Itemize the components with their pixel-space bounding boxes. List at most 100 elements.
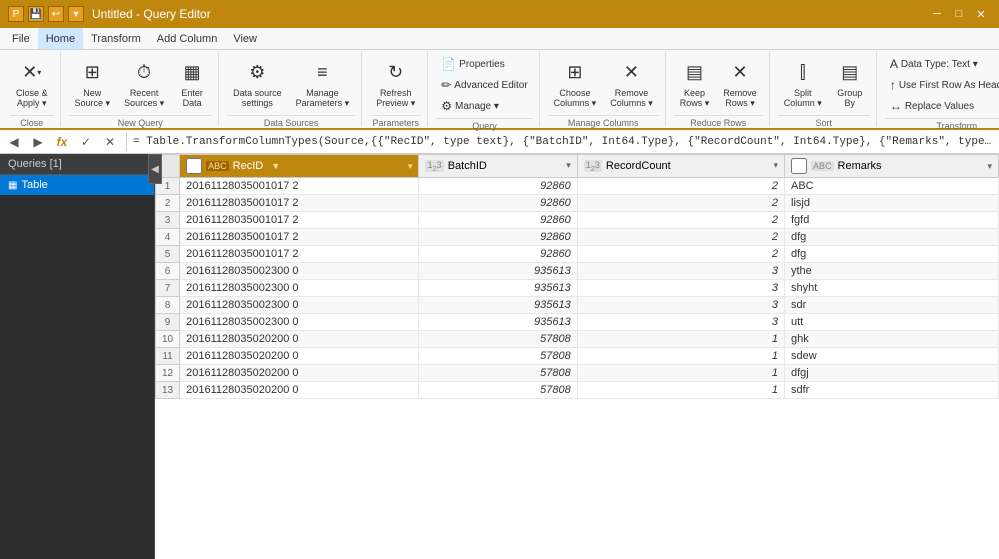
table-row[interactable]: 5 20161128035001017 2 92860 2 dfg	[156, 246, 999, 263]
table-row[interactable]: 1 20161128035001017 2 92860 2 ABC	[156, 178, 999, 195]
manage-button[interactable]: ⚙ Manage ▾	[436, 96, 532, 116]
recordcount-cell: 2	[577, 229, 784, 246]
close-button[interactable]: ✕	[971, 5, 991, 23]
table-row[interactable]: 13 20161128035020200 0 57808 1 sdfr	[156, 382, 999, 399]
menu-file[interactable]: File	[4, 28, 38, 49]
table-row[interactable]: 6 20161128035002300 0 935613 3 ythe	[156, 263, 999, 280]
minimize-button[interactable]: ─	[927, 5, 947, 23]
col-header-batchid[interactable]: 123 BatchID ▾	[419, 155, 577, 178]
maximize-button[interactable]: □	[949, 5, 969, 23]
row-num-cell: 2	[156, 195, 180, 212]
split-column-button[interactable]: ⫿ SplitColumn ▾	[778, 54, 828, 113]
manage-parameters-button[interactable]: ≡ ManageParameters ▾	[290, 54, 356, 113]
nav-left-button[interactable]: ◀	[4, 133, 24, 151]
recordcount-cell: 2	[577, 246, 784, 263]
remarks-cell: lisjd	[785, 195, 999, 212]
table-row[interactable]: 8 20161128035002300 0 935613 3 sdr	[156, 297, 999, 314]
recid-filter-button[interactable]: ▾	[408, 161, 413, 172]
data-source-settings-button[interactable]: ⚙ Data sourcesettings	[227, 54, 288, 112]
recordcount-type-icon: 123	[584, 160, 602, 173]
menu-add-column[interactable]: Add Column	[149, 28, 226, 49]
table-row[interactable]: 12 20161128035020200 0 57808 1 dfgj	[156, 365, 999, 382]
keep-rows-button[interactable]: ▤ KeepRows ▾	[674, 54, 716, 113]
recid-cell: 20161128035001017 2	[180, 212, 419, 229]
batchid-cell: 92860	[419, 229, 577, 246]
enter-data-button[interactable]: ▦ EnterData	[172, 54, 212, 112]
use-first-row-button[interactable]: ↑ Use First Row As Headers ▾	[885, 75, 999, 95]
table-row[interactable]: 7 20161128035002300 0 935613 3 shyht	[156, 280, 999, 297]
col-select-checkbox[interactable]	[186, 158, 202, 174]
choose-columns-button[interactable]: ⊞ ChooseColumns ▾	[548, 54, 603, 113]
col-header-recid[interactable]: ABC RecID ▼ ▾	[180, 155, 419, 178]
remarks-select-checkbox[interactable]	[791, 158, 807, 174]
new-source-button[interactable]: ⊞ NewSource ▾	[69, 54, 117, 113]
properties-button[interactable]: 📄 Properties	[436, 54, 532, 74]
cancel-formula-button[interactable]: ✕	[100, 133, 120, 151]
group-label-manage-columns: Manage Columns	[548, 115, 659, 130]
row-num-cell: 9	[156, 314, 180, 331]
queries-panel: Queries [1] ▦ Table	[0, 154, 155, 559]
data-area: ABC RecID ▼ ▾ 123 BatchID ▾	[155, 154, 999, 559]
formula-text[interactable]: = Table.TransformColumnTypes(Source,{{"R…	[133, 136, 995, 148]
menu-home[interactable]: Home	[38, 28, 83, 49]
ribbon-group-parameters: ↻ RefreshPreview ▾ Parameters	[364, 52, 428, 126]
row-num-cell: 3	[156, 212, 180, 229]
fx-label: fx	[52, 133, 72, 151]
recid-cell: 20161128035020200 0	[180, 331, 419, 348]
remarks-cell: utt	[785, 314, 999, 331]
group-by-button[interactable]: ▤ GroupBy	[830, 54, 870, 112]
table-row[interactable]: 9 20161128035002300 0 935613 3 utt	[156, 314, 999, 331]
recordcount-filter-button[interactable]: ▾	[773, 160, 778, 171]
remarks-cell: sdfr	[785, 382, 999, 399]
table-row[interactable]: 10 20161128035020200 0 57808 1 ghk	[156, 331, 999, 348]
advanced-editor-button[interactable]: ✏ Advanced Editor	[436, 75, 532, 95]
remarks-cell: shyht	[785, 280, 999, 297]
menu-bar: File Home Transform Add Column View	[0, 28, 999, 50]
ribbon-group-query: 📄 Properties ✏ Advanced Editor ⚙ Manage …	[430, 52, 539, 126]
collapse-panel-button[interactable]: ◀	[148, 154, 162, 184]
remarks-cell: fgfd	[785, 212, 999, 229]
remarks-filter-button[interactable]: ▾	[987, 161, 992, 172]
recordcount-cell: 1	[577, 365, 784, 382]
remove-rows-button[interactable]: ✕ RemoveRows ▾	[717, 54, 763, 113]
batchid-filter-button[interactable]: ▾	[566, 160, 571, 171]
remarks-cell: dfg	[785, 229, 999, 246]
recid-cell: 20161128035020200 0	[180, 365, 419, 382]
recid-sort-icon: ▼	[271, 161, 280, 171]
ribbon-group-sort-items: ⫿ SplitColumn ▾ ▤ GroupBy	[778, 54, 870, 113]
remarks-col-label: Remarks	[838, 160, 882, 172]
table-row[interactable]: 3 20161128035001017 2 92860 2 fgfd	[156, 212, 999, 229]
save-icon[interactable]: 💾	[28, 6, 44, 22]
window-controls: ─ □ ✕	[927, 5, 991, 23]
enter-data-icon: ▦	[178, 58, 206, 86]
recordcount-cell: 1	[577, 382, 784, 399]
batchid-cell: 57808	[419, 365, 577, 382]
table-row[interactable]: 4 20161128035001017 2 92860 2 dfg	[156, 229, 999, 246]
data-type-button[interactable]: A Data Type: Text ▾	[885, 54, 999, 74]
quick-access-dropdown[interactable]: ▾	[68, 6, 84, 22]
batchid-cell: 935613	[419, 314, 577, 331]
nav-right-button[interactable]: ▶	[28, 133, 48, 151]
recordcount-cell: 2	[577, 178, 784, 195]
refresh-preview-button[interactable]: ↻ RefreshPreview ▾	[370, 54, 421, 113]
data-source-settings-icon: ⚙	[243, 58, 271, 86]
query-item-table[interactable]: ▦ Table	[0, 175, 154, 195]
recid-cell: 20161128035020200 0	[180, 382, 419, 399]
close-apply-button[interactable]: ✕▾ Close &Apply ▾	[10, 54, 54, 113]
menu-view[interactable]: View	[225, 28, 265, 49]
remove-columns-button[interactable]: ✕ RemoveColumns ▾	[604, 54, 659, 113]
col-header-recordcount[interactable]: 123 RecordCount ▾	[577, 155, 784, 178]
col-header-remarks[interactable]: ABC Remarks ▾	[785, 155, 999, 178]
table-row[interactable]: 11 20161128035020200 0 57808 1 sdew	[156, 348, 999, 365]
ribbon-group-transform: A Data Type: Text ▾ ↑ Use First Row As H…	[879, 52, 999, 126]
replace-values-button[interactable]: ↔ Replace Values	[885, 96, 999, 116]
manage-icon: ⚙	[441, 99, 452, 113]
validate-button[interactable]: ✓	[76, 133, 96, 151]
recent-sources-button[interactable]: ⏱ RecentSources ▾	[118, 54, 170, 113]
table-row[interactable]: 2 20161128035001017 2 92860 2 lisjd	[156, 195, 999, 212]
menu-transform[interactable]: Transform	[83, 28, 149, 49]
queries-panel-header: Queries [1]	[0, 154, 154, 175]
undo-icon[interactable]: ↩	[48, 6, 64, 22]
group-label-sort: Sort	[778, 115, 870, 130]
ribbon-group-reduce-rows: ▤ KeepRows ▾ ✕ RemoveRows ▾ Reduce Rows	[668, 52, 770, 126]
